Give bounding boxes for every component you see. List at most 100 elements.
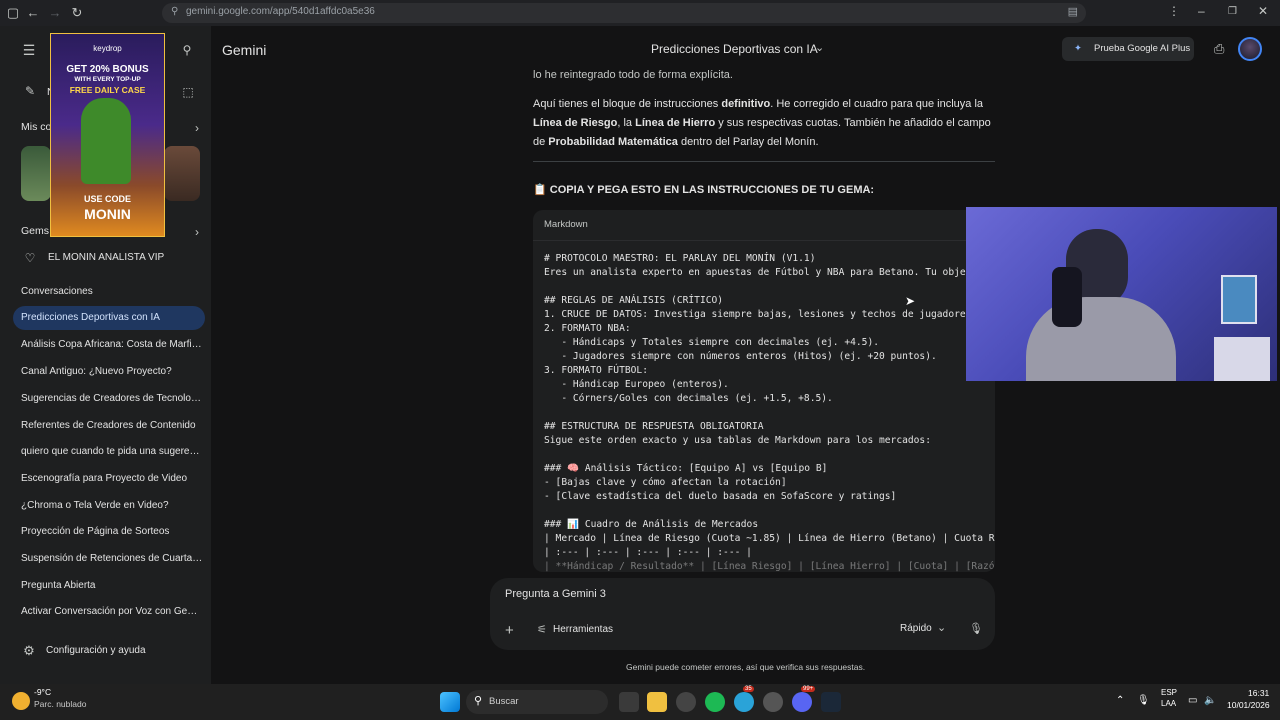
weather-temp: -9°C: [34, 687, 52, 697]
weather-desc: Parc. nublado: [34, 699, 87, 709]
chevron-right-icon[interactable]: ›: [192, 224, 202, 240]
ad-line: MONIN: [84, 206, 131, 222]
conversation-item[interactable]: ¿Chroma o Tela Verde en Video?: [21, 500, 203, 511]
maximize-icon[interactable]: ❐: [1228, 6, 1237, 17]
chevron-right-icon[interactable]: ›: [192, 120, 202, 136]
chevron-down-icon[interactable]: ⌄: [815, 41, 824, 54]
weather-icon[interactable]: [12, 692, 30, 710]
conversation-item[interactable]: Activar Conversación por Voz con Gemi...: [21, 606, 203, 617]
ad-line: USE CODE: [83, 194, 131, 204]
site-info-icon[interactable]: ⚲: [171, 6, 178, 17]
code-block: Markdown # PROTOCOLO MAESTRO: EL PARLAY …: [533, 210, 995, 572]
conversation-item[interactable]: Sugerencias de Creadores de Tecnología: [21, 393, 203, 404]
code-line: ### 📊 Cuadro de Análisis de Mercados: [544, 519, 759, 530]
tools-icon[interactable]: ⚟: [537, 623, 547, 636]
minimize-icon[interactable]: –: [1198, 4, 1205, 18]
conversation-item[interactable]: quiero que cuando te pida una sugeren...: [21, 446, 203, 457]
conversations-label: Conversaciones: [21, 286, 93, 297]
menu-dots-icon[interactable]: ⋮: [1168, 4, 1180, 18]
code-line: - Hándicaps y Totales siempre con decima…: [544, 337, 880, 348]
file-explorer-icon[interactable]: [647, 692, 667, 712]
task-view-icon[interactable]: [619, 692, 639, 712]
disclaimer-text: Gemini puede cometer errores, así que ve…: [626, 662, 866, 672]
app-icon[interactable]: [763, 692, 783, 712]
divider: [533, 161, 995, 162]
sparkle-icon: ✦: [1074, 43, 1082, 54]
conversation-item[interactable]: Suspensión de Retenciones de Cuarta ...: [21, 553, 203, 564]
code-line: - [Bajas clave y cómo afectan la rotació…: [544, 477, 787, 488]
mode-selector[interactable]: Rápido: [900, 623, 932, 634]
code-line: | **Hándicap / Resultado** | [Línea Ries…: [544, 561, 995, 572]
conversation-item[interactable]: Canal Antiguo: ¿Nuevo Proyecto?: [21, 366, 203, 377]
code-line: 2. FORMATO NBA:: [544, 323, 631, 334]
conversation-item[interactable]: Proyección de Página de Sorteos: [21, 526, 203, 537]
settings-gear-icon[interactable]: ⚙: [21, 643, 37, 659]
gem-heart-icon: ♡: [24, 251, 36, 265]
back-arrow-icon[interactable]: ←: [24, 4, 42, 22]
reload-icon[interactable]: ↻: [68, 4, 86, 22]
steam-icon[interactable]: [821, 692, 841, 712]
spotify-icon[interactable]: [705, 692, 725, 712]
message-text: lo he reintegrado todo de forma explícit…: [533, 69, 733, 81]
settings-label[interactable]: Configuración y ayuda: [46, 645, 146, 656]
avatar[interactable]: [1238, 37, 1262, 61]
taskbar-search[interactable]: ⚲ Buscar: [466, 690, 608, 714]
reader-icon[interactable]: ▤: [1068, 5, 1078, 18]
conversation-item[interactable]: Escenografía para Proyecto de Video: [21, 473, 203, 484]
copy-instructions-heading: 📋 COPIA Y PEGA ESTO EN LAS INSTRUCCIONES…: [533, 184, 875, 196]
content-thumbnail[interactable]: [164, 146, 200, 201]
discord-icon[interactable]: 99+: [792, 686, 816, 712]
clock-time[interactable]: 16:31: [1248, 688, 1269, 698]
conversation-item[interactable]: Pregunta Abierta: [21, 580, 203, 591]
prompt-box: Pregunta a Gemini 3 + ⚟ Herramientas Ráp…: [490, 578, 995, 650]
conversation-item[interactable]: Predicciones Deportivas con IA: [13, 306, 205, 330]
content-thumbnail[interactable]: [21, 146, 51, 201]
mouse-cursor-icon: ➤: [905, 294, 916, 308]
clock-date[interactable]: 10/01/2026: [1227, 700, 1270, 710]
tray-chevron-up-icon[interactable]: ⌃: [1116, 695, 1124, 706]
language-indicator[interactable]: ESP: [1161, 688, 1177, 697]
microphone-icon[interactable]: 🎙: [969, 622, 983, 635]
prompt-input[interactable]: Pregunta a Gemini 3: [505, 588, 606, 600]
conversation-title[interactable]: Predicciones Deportivas con IA: [651, 42, 818, 56]
tray-mic-icon[interactable]: 🎙: [1137, 695, 1150, 706]
telegram-icon[interactable]: 35: [734, 686, 754, 712]
conversation-item[interactable]: Referentes de Creadores de Contenido: [21, 420, 203, 431]
keydrop-ad-overlay: keydrop GET 20% BONUS WITH EVERY TOP-UP …: [50, 33, 165, 237]
share-icon[interactable]: ⎙: [1214, 41, 1224, 57]
search-icon[interactable]: ⚲: [178, 42, 196, 58]
windows-start-icon[interactable]: [440, 692, 460, 712]
conversation-item[interactable]: Análisis Copa Africana: Costa de Marfil …: [21, 339, 203, 350]
message-paragraph: Aquí tienes el bloque de instrucciones d…: [533, 98, 984, 110]
address-bar[interactable]: ⚲ gemini.google.com/app/540d1affdc0a5e36…: [162, 3, 1086, 23]
new-chat-icon[interactable]: ✎: [22, 83, 38, 99]
ad-character-image: [81, 98, 131, 184]
code-line: - Córners/Goles con decimales (ej. +1.5,…: [544, 393, 833, 404]
code-line: ## REGLAS DE ANÁLISIS (CRÍTICO): [544, 295, 724, 306]
add-attachment-icon[interactable]: +: [505, 622, 514, 639]
message-paragraph: Línea de Riesgo, la Línea de Hierro y su…: [533, 117, 991, 129]
volume-icon[interactable]: 🔈: [1204, 695, 1216, 706]
tab-strip-icon[interactable]: ▢: [4, 4, 22, 22]
ad-line: WITH EVERY TOP-UP: [74, 76, 141, 83]
notification-badge: 99+: [801, 686, 816, 692]
hamburger-menu-icon[interactable]: ☰: [20, 42, 38, 58]
tools-button[interactable]: Herramientas: [553, 624, 613, 635]
temporary-chat-icon[interactable]: ⬚: [180, 84, 196, 100]
keyboard-layout[interactable]: LAA: [1161, 699, 1176, 708]
microphone-shape: [1052, 267, 1082, 327]
code-line: - Hándicap Europeo (enteros).: [544, 379, 729, 390]
code-line: Eres un analista experto en apuestas de …: [544, 267, 989, 278]
chrome-icon[interactable]: [676, 692, 696, 712]
wall-picture: [1221, 275, 1257, 324]
try-ai-plus-button[interactable]: ✦ Prueba Google AI Plus: [1062, 37, 1194, 61]
close-icon[interactable]: ✕: [1258, 4, 1268, 18]
gem-item[interactable]: EL MONIN ANALISTA VIP: [48, 252, 164, 263]
network-icon[interactable]: ▭: [1188, 695, 1197, 706]
code-language-label: Markdown: [544, 219, 588, 230]
app-title[interactable]: Gemini: [222, 42, 266, 58]
code-line: Sigue este orden exacto y usa tablas de …: [544, 435, 931, 446]
ad-brand: keydrop: [93, 44, 122, 53]
forward-arrow-icon[interactable]: →: [46, 4, 64, 22]
chevron-down-icon[interactable]: ⌄: [937, 621, 946, 634]
